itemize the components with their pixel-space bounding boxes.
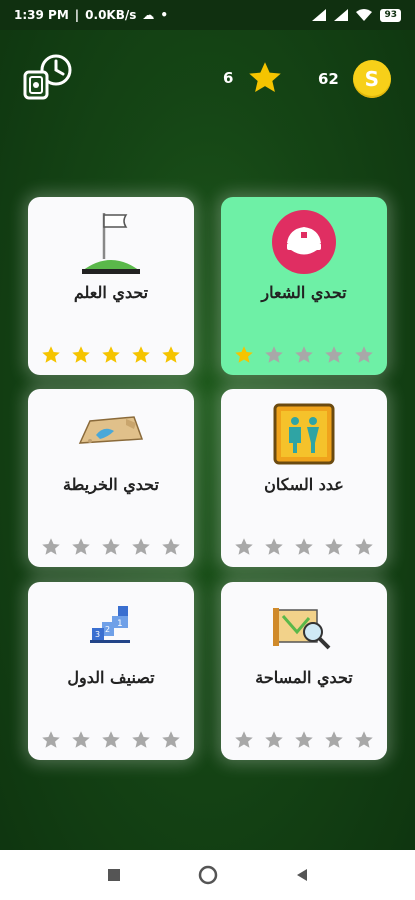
star-empty-icon xyxy=(325,346,343,363)
coin-symbol: S xyxy=(364,67,380,91)
cloud-icon: ☁ xyxy=(142,8,155,22)
signal-icon-2 xyxy=(334,9,349,21)
card-country-ranking[interactable]: 1 2 3 تصنيف الدول xyxy=(28,582,194,760)
star-rating xyxy=(221,730,387,750)
circle-icon xyxy=(198,865,217,885)
star-filled-icon xyxy=(42,346,60,363)
area-icon xyxy=(273,608,331,650)
signal-icon xyxy=(312,9,327,21)
star-rating xyxy=(221,345,387,365)
coins-count: 62 xyxy=(318,70,339,88)
clock-game-icon xyxy=(23,54,72,100)
status-time: 1:39 PM xyxy=(14,8,69,22)
star-rating xyxy=(28,345,194,365)
card-area-challenge[interactable]: تحدي المساحة xyxy=(221,582,387,760)
flag-icon xyxy=(82,213,140,274)
star-empty-icon xyxy=(265,731,283,748)
star-empty-icon xyxy=(325,538,343,555)
system-nav-bar xyxy=(0,850,415,900)
battery-icon: 93 xyxy=(380,8,401,22)
map-icon xyxy=(78,416,144,444)
star-empty-icon xyxy=(355,538,373,555)
star-empty-icon xyxy=(355,731,373,748)
star-empty-icon xyxy=(295,538,313,555)
card-logo-challenge[interactable]: تحدي الشعار xyxy=(221,197,387,375)
star-icon xyxy=(249,62,282,92)
card-title: تحدي العلم xyxy=(73,283,149,302)
star-empty-icon xyxy=(295,346,313,363)
star-filled-icon xyxy=(235,346,253,363)
status-separator: | xyxy=(74,8,80,22)
stars-counter: 6 xyxy=(223,60,283,96)
star-empty-icon xyxy=(355,346,373,363)
star-empty-icon xyxy=(72,731,90,748)
star-filled-icon xyxy=(102,346,120,363)
recents-button[interactable] xyxy=(102,863,126,887)
population-icon xyxy=(273,403,335,465)
star-empty-icon xyxy=(132,538,150,555)
star-empty-icon xyxy=(162,538,180,555)
police-cap-icon xyxy=(272,210,336,274)
header: 6 62 S xyxy=(0,50,415,100)
card-title: تحدي الخريطة xyxy=(63,475,159,494)
star-empty-icon xyxy=(132,731,150,748)
back-button[interactable] xyxy=(290,863,314,887)
star-filled-icon xyxy=(72,346,90,363)
triangle-back-icon xyxy=(296,869,307,881)
status-right: 93 xyxy=(312,8,401,22)
status-left: 1:39 PM | 0.0KB/s ☁ • xyxy=(14,8,168,22)
star-empty-icon xyxy=(102,731,120,748)
card-title: تصنيف الدول xyxy=(67,668,155,687)
star-rating xyxy=(28,537,194,557)
star-filled-icon xyxy=(132,346,150,363)
square-icon xyxy=(107,869,120,881)
star-empty-icon xyxy=(42,538,60,555)
star-empty-icon xyxy=(235,731,253,748)
game-mode-button[interactable] xyxy=(22,52,74,100)
star-empty-icon xyxy=(325,731,343,748)
card-title: عدد السكان xyxy=(264,475,344,494)
svg-text:1: 1 xyxy=(117,619,123,629)
coin-icon: S xyxy=(352,60,391,98)
card-population[interactable]: عدد السكان xyxy=(221,389,387,567)
star-empty-icon xyxy=(102,538,120,555)
star-filled-icon xyxy=(162,346,180,363)
star-empty-icon xyxy=(265,346,283,363)
status-speed: 0.0KB/s xyxy=(85,8,137,22)
podium-icon: 1 2 3 xyxy=(90,606,130,643)
star-rating xyxy=(221,537,387,557)
coins-counter: 62 S xyxy=(318,60,391,98)
status-bar: 1:39 PM | 0.0KB/s ☁ • 93 xyxy=(0,0,415,30)
star-empty-icon xyxy=(42,731,60,748)
wifi-icon xyxy=(356,9,373,21)
star-empty-icon xyxy=(72,538,90,555)
star-empty-icon xyxy=(235,538,253,555)
home-button[interactable] xyxy=(196,863,220,887)
card-map-challenge[interactable]: تحدي الخريطة xyxy=(28,389,194,567)
star-empty-icon xyxy=(265,538,283,555)
star-empty-icon xyxy=(295,731,313,748)
card-title: تحدي المساحة xyxy=(255,668,353,687)
dot-icon: • xyxy=(160,8,169,22)
svg-text:2: 2 xyxy=(105,625,110,634)
card-flag-challenge[interactable]: تحدي العلم xyxy=(28,197,194,375)
card-title: تحدي الشعار xyxy=(261,283,347,302)
stars-count: 6 xyxy=(223,69,234,87)
star-rating xyxy=(28,730,194,750)
star-empty-icon xyxy=(162,731,180,748)
svg-text:3: 3 xyxy=(95,630,100,639)
